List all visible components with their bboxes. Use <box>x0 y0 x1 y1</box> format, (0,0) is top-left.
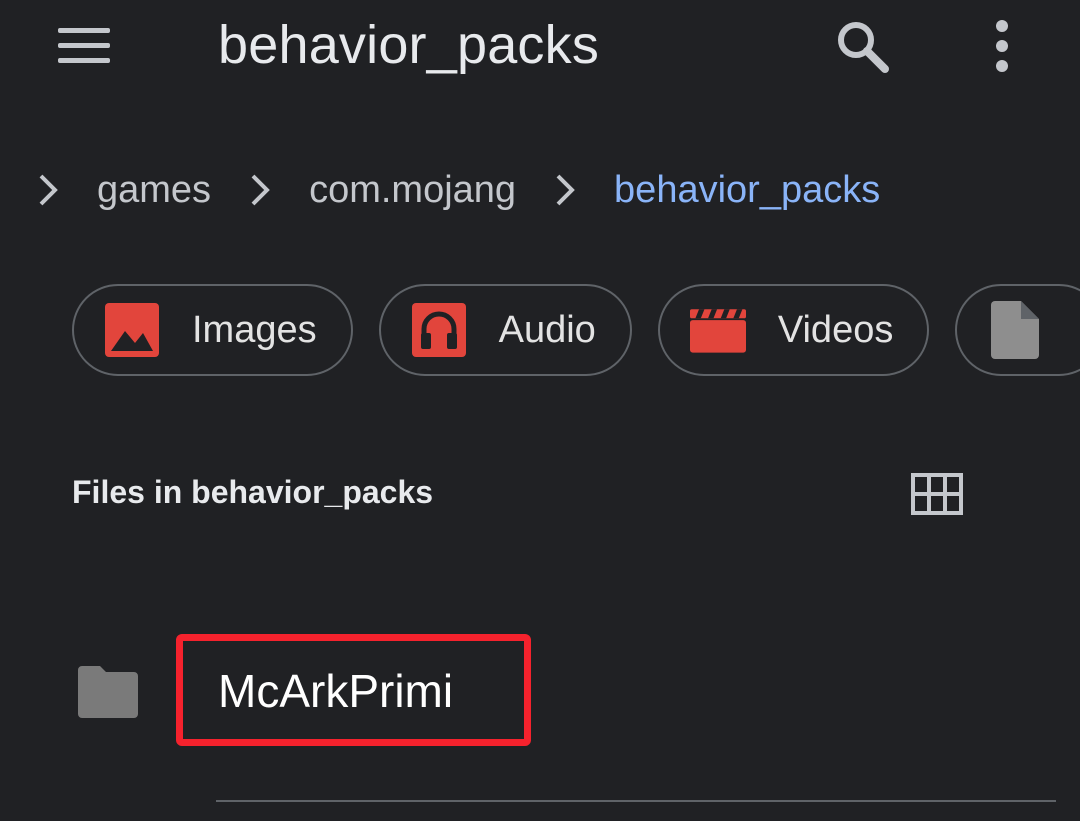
breadcrumb-item-com-mojang[interactable]: com.mojang <box>309 169 516 212</box>
clapperboard-icon <box>689 302 746 358</box>
top-app-bar: behavior_packs <box>0 0 1080 100</box>
more-vert-icon <box>996 20 1008 72</box>
hamburger-menu-icon <box>58 28 110 63</box>
chevron-right-icon <box>235 172 285 208</box>
chip-documents[interactable] <box>955 284 1080 376</box>
filter-chips: Images Audio Videos <box>72 284 1080 376</box>
chevron-right-icon <box>23 172 73 208</box>
chip-videos[interactable]: Videos <box>657 284 930 376</box>
folder-icon <box>78 666 138 718</box>
image-icon <box>104 302 160 358</box>
menu-button[interactable] <box>52 18 116 74</box>
view-toggle-button[interactable] <box>904 464 970 524</box>
section-title: Files in behavior_packs <box>72 474 434 510</box>
search-button[interactable] <box>830 14 894 78</box>
chip-label: Audio <box>498 308 596 351</box>
breadcrumb-item-games[interactable]: games <box>97 169 211 212</box>
breadcrumb-item-behavior-packs[interactable]: behavior_packs <box>614 169 880 212</box>
document-icon <box>987 301 1043 359</box>
chip-images[interactable]: Images <box>72 284 353 376</box>
search-icon <box>838 22 889 73</box>
breadcrumb: s games com.mojang behavior_packs <box>0 160 880 220</box>
chip-label: Images <box>192 308 317 351</box>
headphones-icon <box>411 302 467 358</box>
divider <box>216 800 1056 802</box>
more-options-button[interactable] <box>972 14 1032 78</box>
list-item[interactable]: McArkPrimi <box>0 620 1080 802</box>
chevron-right-icon <box>540 172 590 208</box>
grid-view-icon <box>911 473 963 515</box>
chip-audio[interactable]: Audio <box>378 284 632 376</box>
file-name: McArkPrimi <box>218 665 454 717</box>
page-title: behavior_packs <box>218 15 600 75</box>
chip-label: Videos <box>777 308 894 351</box>
